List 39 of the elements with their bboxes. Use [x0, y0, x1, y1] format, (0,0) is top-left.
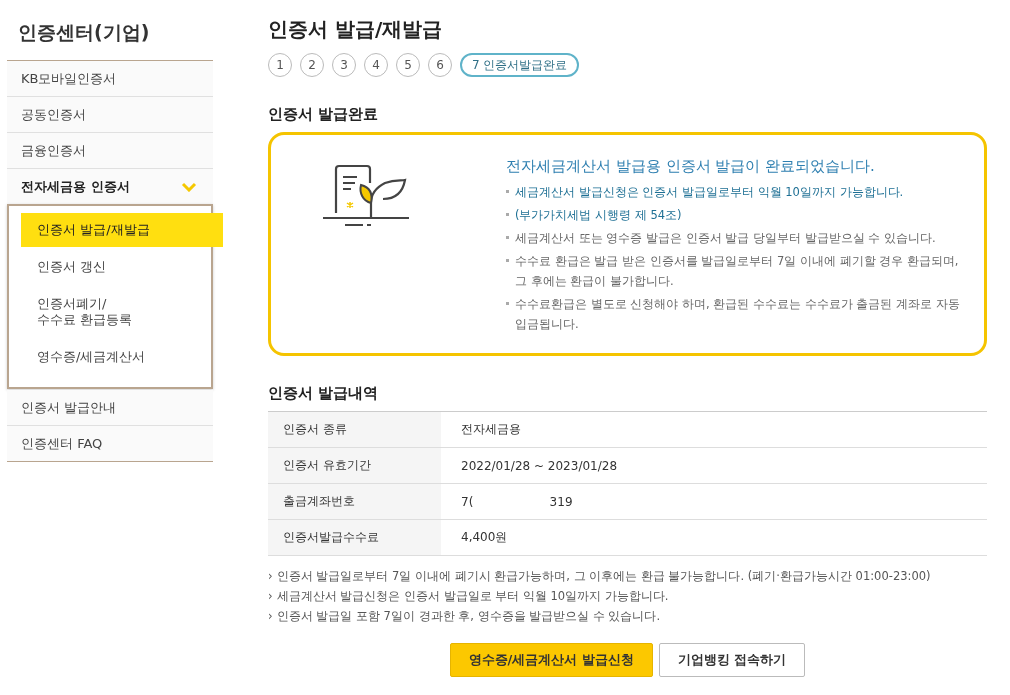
- bullet-mark: ›: [268, 608, 273, 625]
- page-title: 인증서 발급/재발급: [268, 16, 444, 43]
- completion-message: 전자세금계산서 발급용 인증서 발급이 완료되었습니다.: [506, 157, 876, 176]
- notice-text: 수수료 환급은 발급 받은 인증서를 발급일로부터 7일 이내에 폐기할 경우 환급되며, 그 후에는 환급이 불가합니다.: [515, 253, 960, 290]
- section-heading: 인증서 발급내역: [268, 384, 380, 403]
- bullet-mark: ›: [268, 568, 273, 585]
- sidebar-item[interactable]: 금융인증서: [7, 133, 213, 169]
- submenu-item[interactable]: 인증서폐기/ 수수료 환급등록: [21, 287, 211, 337]
- table-header-cell: 출금계좌번호: [268, 483, 441, 520]
- notice-text: (부가가치세법 시행령 제 54조): [515, 207, 682, 224]
- note-text: 인증서 발급일로부터 7일 이내에 폐기시 환급가능하며, 그 이후에는 환급 불가능합니다. (폐기·환급가능시간 01:00-23:00): [276, 568, 931, 585]
- sidebar-item[interactable]: 인증서 발급안내: [7, 390, 213, 426]
- section-heading: 인증서 발급완료: [268, 105, 380, 124]
- note-text: 인증서 발급일 포함 7일이 경과한 후, 영수증을 발급받으실 수 있습니다.: [276, 608, 661, 625]
- table-cell: 7( 319: [441, 483, 987, 520]
- certificate-plant-icon: [321, 163, 411, 227]
- sidebar-item[interactable]: 공동인증서: [7, 97, 213, 133]
- sidebar-item[interactable]: KB모바일인증서: [7, 61, 213, 97]
- apply-button[interactable]: 영수증/세금계산서 발급신청: [449, 643, 653, 677]
- table-cell: 4,400원: [441, 519, 987, 556]
- bullet-mark: ›: [268, 588, 273, 605]
- link-button[interactable]: 기업뱅킹 접속하기: [658, 643, 806, 677]
- notice-text: 수수료환급은 별도로 신청해야 하며, 환급된 수수료는 수수료가 출금된 계좌로 자동입금됩니다.: [515, 296, 961, 333]
- step-indicator: 7 인증서발급완료: [460, 53, 580, 77]
- sidebar-item[interactable]: 인증센터 FAQ: [7, 426, 213, 462]
- sidebar-title: 인증센터(기업): [17, 20, 151, 45]
- chevron-down-icon: [181, 181, 197, 192]
- notice-text: 세금계산서 발급신청은 인증서 발급일로부터 익월 10일까지 가능합니다.: [515, 184, 904, 201]
- submenu-item[interactable]: 인증서 발급/재발급: [21, 213, 223, 247]
- table-header-cell: 인증서 유효기간: [268, 447, 441, 484]
- table-header-cell: 인증서발급수수료: [268, 519, 441, 556]
- notice-text: 세금계산서 또는 영수증 발급은 인증서 발급 당일부터 발급받으실 수 있습니다.: [515, 230, 936, 247]
- submenu-item[interactable]: 인증서 갱신: [21, 250, 211, 284]
- table-header-cell: 인증서 종류: [268, 411, 441, 448]
- submenu-item[interactable]: 영수증/세금계산서: [21, 340, 211, 374]
- table-cell: 2022/01/28 ~ 2023/01/28: [441, 447, 987, 484]
- sidebar-item[interactable]: 전자세금용 인증서: [7, 169, 213, 204]
- note-text: 세금계산서 발급신청은 인증서 발급일로 부터 익월 10일까지 가능합니다.: [276, 588, 669, 605]
- table-cell: 전자세금용: [441, 411, 987, 448]
